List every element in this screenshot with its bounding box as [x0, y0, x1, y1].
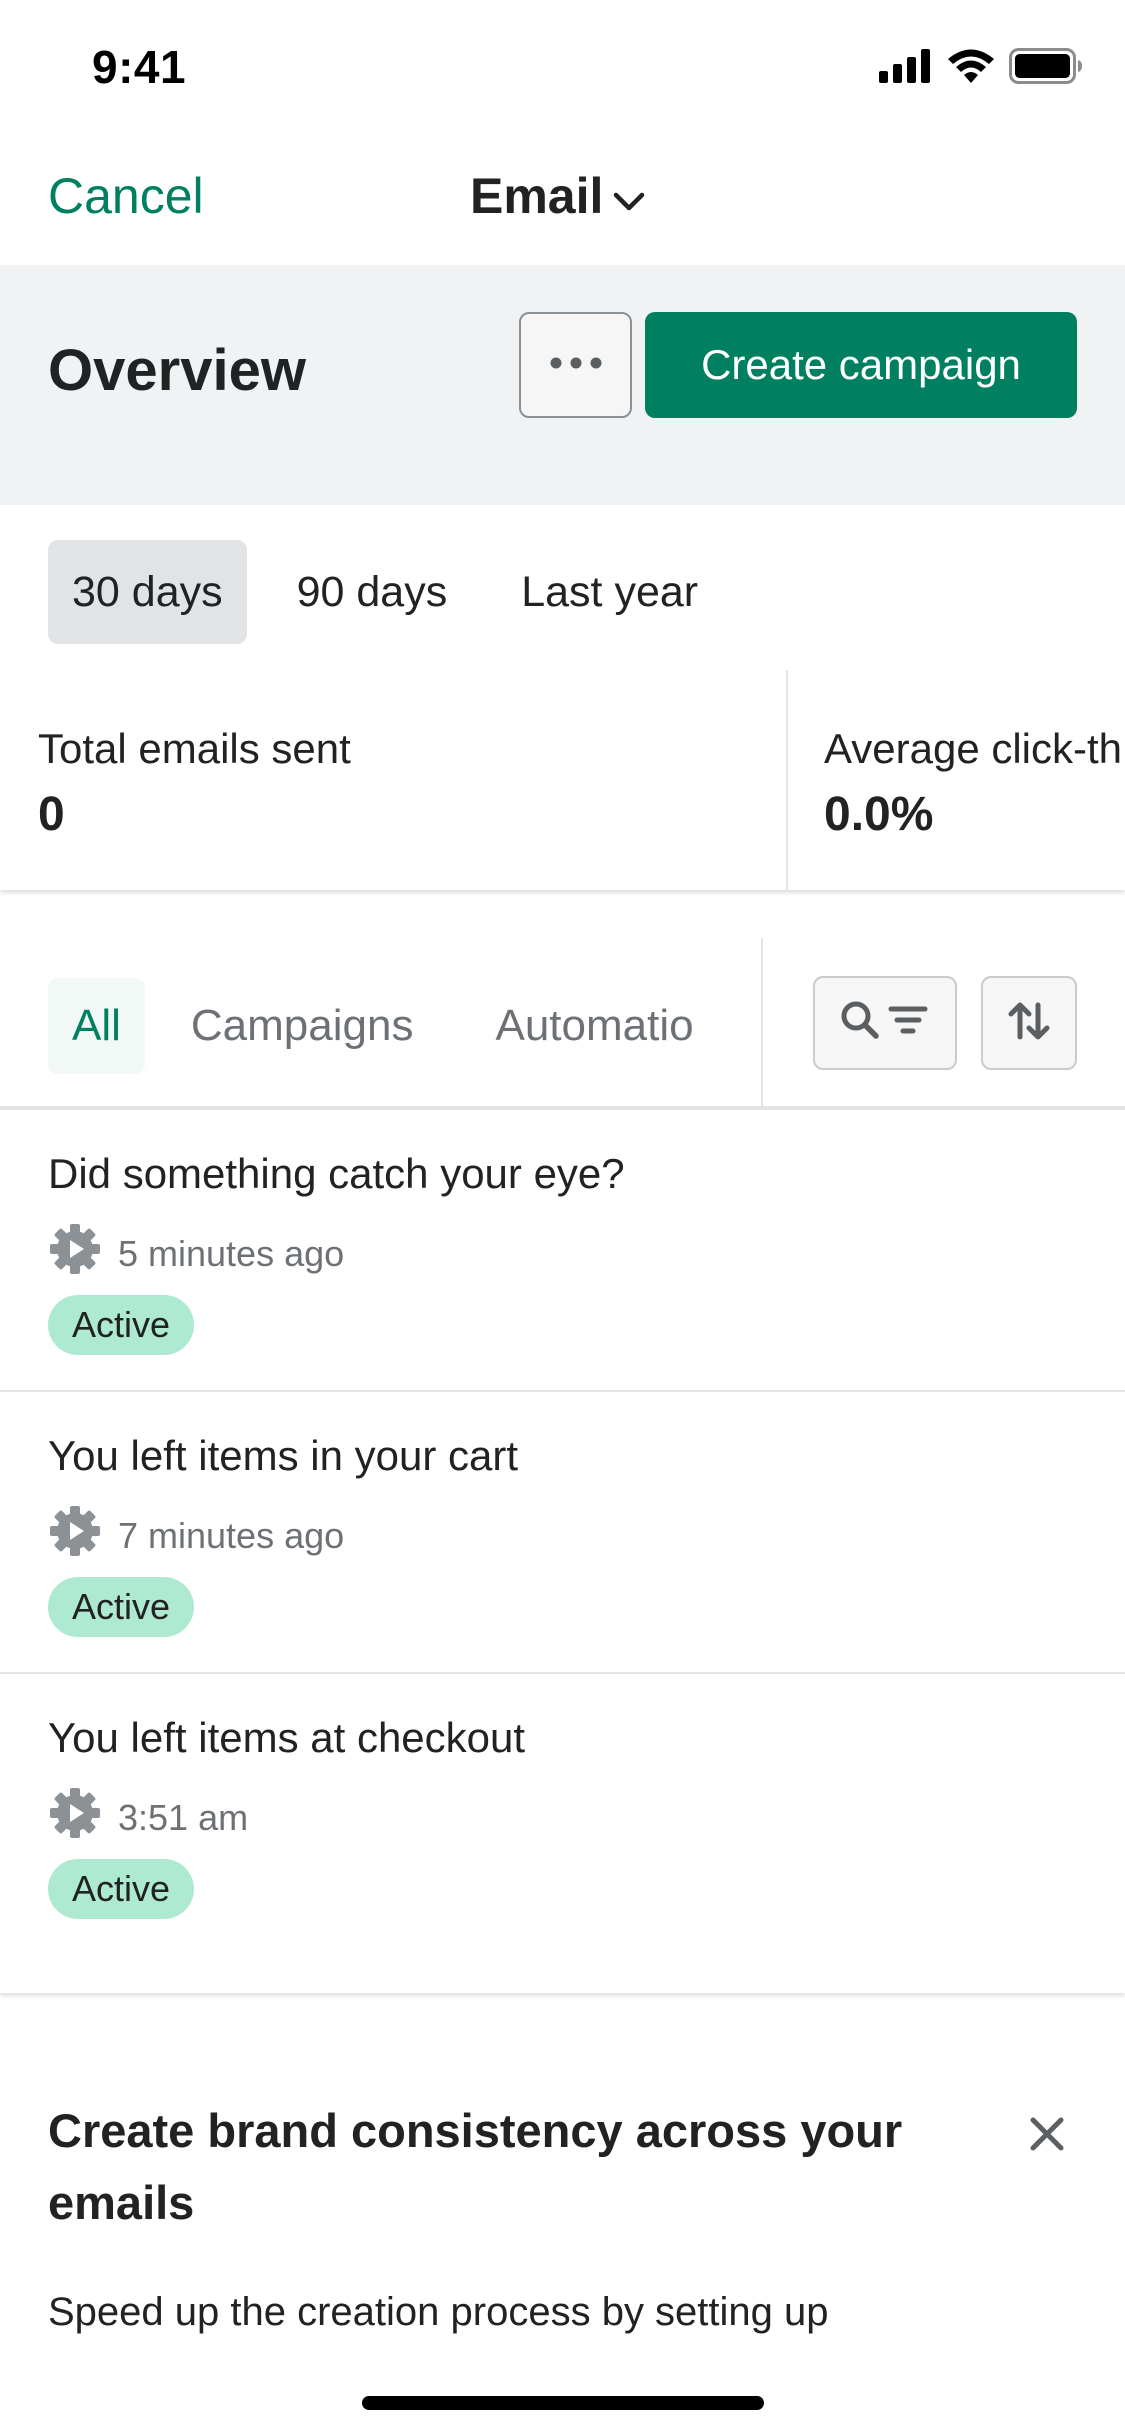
nav-bar: Cancel Email: [0, 135, 1125, 265]
metric-value: 0.0%: [824, 788, 934, 841]
cancel-button[interactable]: Cancel: [48, 167, 204, 225]
metric-total-emails: Total emails sent 0: [38, 725, 351, 842]
status-bar: 9:41: [0, 0, 1125, 135]
sort-icon: [1007, 999, 1051, 1048]
automation-gear-icon: [48, 1222, 102, 1285]
metric-value: 0: [38, 788, 65, 841]
create-campaign-button[interactable]: Create campaign: [645, 312, 1077, 418]
email-title-dropdown[interactable]: Email: [470, 167, 645, 225]
email-overview-screen: 9:41 Cancel Email Overview Create campai…: [0, 0, 1125, 2436]
chevron-down-icon: [613, 167, 645, 225]
item-meta: 3:51 am: [48, 1786, 248, 1849]
wifi-icon: [947, 49, 995, 88]
list-item[interactable]: Did something catch your eye? 5 minutes …: [0, 1110, 1125, 1392]
home-indicator[interactable]: [362, 2396, 764, 2410]
status-time: 9:41: [92, 41, 187, 93]
promo-body: Speed up the creation process by setting…: [48, 2290, 829, 2334]
search-filter-icon: [839, 999, 931, 1048]
tab-all[interactable]: All: [48, 978, 145, 1074]
automation-gear-icon: [48, 1504, 102, 1567]
date-range-tabs: 30 days 90 days Last year: [48, 540, 748, 644]
status-badge: Active: [48, 1295, 195, 1355]
promo-title: Create brand consistency across your ema…: [48, 2104, 903, 2229]
item-title: You left items in your cart: [48, 1432, 518, 1479]
status-badge: Active: [48, 1577, 195, 1637]
item-title: Did something catch your eye?: [48, 1150, 625, 1197]
page-title: Overview: [48, 338, 306, 403]
cellular-signal-icon: [879, 49, 933, 88]
metric-label: Total emails sent: [38, 725, 351, 772]
tab-90-days[interactable]: 90 days: [273, 540, 472, 644]
battery-icon: [1009, 48, 1083, 89]
overview-header: Overview Create campaign: [0, 265, 1125, 505]
filter-divider: [761, 938, 763, 1110]
sort-button[interactable]: [981, 976, 1077, 1070]
nav-title-label: Email: [470, 168, 604, 224]
filter-tabs: All Campaigns Automatio: [48, 978, 762, 1074]
list-item[interactable]: You left items in your cart 7 minutes ag…: [0, 1392, 1125, 1674]
more-actions-button[interactable]: [519, 312, 632, 418]
item-time: 5 minutes ago: [118, 1232, 345, 1274]
dismiss-button[interactable]: [1025, 2112, 1069, 2161]
promo-card: Create brand consistency across your ema…: [0, 2040, 1125, 2436]
metric-average-click-through: Average click-th 0.0%: [824, 725, 1122, 842]
metrics-card: 30 days 90 days Last year Total emails s…: [0, 505, 1125, 890]
status-badge: Active: [48, 1859, 195, 1919]
metric-divider: [786, 670, 788, 890]
ellipsis-icon: [550, 356, 602, 374]
tab-campaigns[interactable]: Campaigns: [155, 978, 450, 1074]
metric-label: Average click-th: [824, 725, 1123, 772]
list-item[interactable]: You left items at checkout 3:51 am Activ…: [0, 1674, 1125, 1956]
email-list-card: All Campaigns Automatio Did something ca…: [0, 938, 1125, 1993]
email-list: Did something catch your eye? 5 minutes …: [0, 1110, 1125, 1956]
automation-gear-icon: [48, 1786, 102, 1849]
tab-30-days[interactable]: 30 days: [48, 540, 247, 644]
item-title: You left items at checkout: [48, 1714, 526, 1761]
filter-bar: All Campaigns Automatio: [0, 938, 1125, 1110]
item-time: 3:51 am: [118, 1796, 249, 1838]
tab-last-year[interactable]: Last year: [497, 540, 722, 644]
search-filter-button[interactable]: [813, 976, 957, 1070]
item-meta: 7 minutes ago: [48, 1504, 344, 1567]
item-meta: 5 minutes ago: [48, 1222, 344, 1285]
status-icons: [879, 48, 1083, 89]
close-icon: [1025, 2117, 1069, 2160]
item-time: 7 minutes ago: [118, 1514, 345, 1556]
tab-automations[interactable]: Automatio: [459, 978, 729, 1074]
